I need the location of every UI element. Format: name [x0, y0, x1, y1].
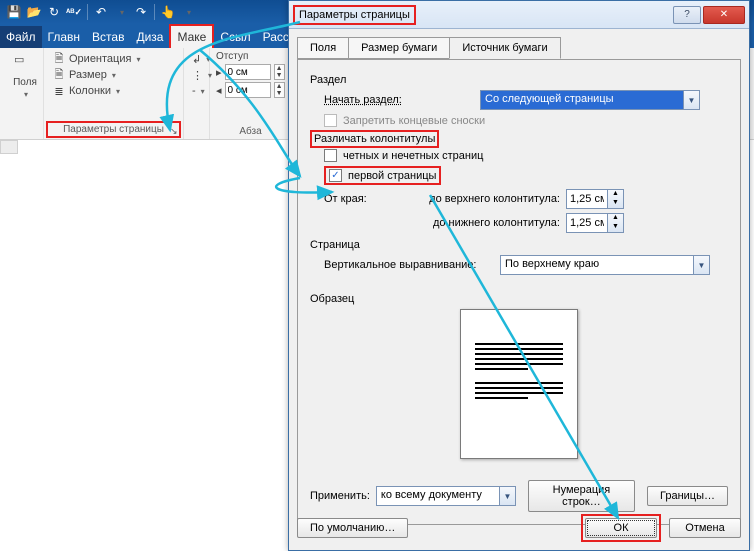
cancel-button[interactable]: Отмена: [669, 518, 741, 538]
columns-button[interactable]: ≣ Колонки: [50, 83, 177, 99]
page-preview: [460, 309, 578, 459]
breaks-button[interactable]: ↲: [190, 51, 203, 67]
first-page-checkbox[interactable]: ✓: [329, 169, 342, 182]
to-footer-label: до нижнего колонтитула:: [390, 217, 560, 229]
touch-mode-icon[interactable]: 👆: [159, 3, 177, 21]
columns-label: Колонки: [69, 85, 111, 97]
dialog-tabs: Поля Размер бумаги Источник бумаги: [289, 29, 749, 59]
tab-design[interactable]: Диза: [130, 26, 169, 48]
qat-customize-dropdown[interactable]: [179, 3, 197, 21]
orientation-button[interactable]: 🗎 Ориентация: [50, 51, 177, 67]
help-button[interactable]: ?: [673, 6, 701, 24]
tab-file[interactable]: Файл: [0, 26, 42, 48]
ok-button[interactable]: ОК: [585, 518, 657, 538]
margins-button[interactable]: ▭ Поля: [6, 51, 44, 101]
close-button[interactable]: ✕: [703, 6, 745, 24]
apply-to-label: Применить:: [310, 490, 370, 502]
indent-label: Отступ: [216, 51, 297, 62]
tab-layout[interactable]: Маке: [169, 24, 214, 48]
margins-label: Поля: [13, 77, 37, 88]
page-setup-group-label: Параметры страницы: [46, 121, 181, 138]
valign-label: Вертикальное выравнивание:: [324, 259, 494, 271]
hyphenation-icon: ‐: [192, 84, 196, 98]
line-numbers-icon: ⋮: [192, 68, 203, 82]
spin-up[interactable]: ▲: [275, 83, 284, 90]
start-section-label: Начать раздел:: [324, 94, 474, 106]
ruler-corner: [0, 140, 18, 154]
sample-label: Образец: [310, 293, 728, 305]
undo-icon[interactable]: ↶: [92, 3, 110, 21]
borders-button[interactable]: Границы…: [647, 486, 728, 506]
indent-left-icon: ▸: [216, 66, 222, 79]
indent-left-control[interactable]: ▸ ▲▼: [216, 64, 297, 80]
odd-even-checkbox[interactable]: [324, 149, 337, 162]
tab-insert[interactable]: Встав: [86, 26, 130, 48]
orientation-label: Ориентация: [69, 53, 131, 65]
section-label: Раздел: [310, 74, 728, 86]
hyphenation-button[interactable]: ‐: [190, 83, 203, 99]
valign-value: По верхнему краю: [501, 256, 693, 274]
spin-down[interactable]: ▼: [608, 223, 623, 232]
paragraph-group-label: Абза: [214, 126, 287, 137]
tab-home[interactable]: Главн: [42, 26, 87, 48]
to-header-label: до верхнего колонтитула:: [390, 193, 560, 205]
first-page-label: первой страницы: [348, 170, 436, 182]
start-section-value: Со следующей страницы: [481, 91, 683, 109]
indent-right-icon: ◂: [216, 84, 222, 97]
page-setup-launcher[interactable]: ↘: [170, 126, 180, 136]
page-setup-dialog: Параметры страницы ? ✕ Поля Размер бумаг…: [288, 0, 750, 551]
spin-down[interactable]: ▼: [275, 72, 284, 79]
page-label: Страница: [310, 239, 728, 251]
dialog-tab-fields[interactable]: Поля: [297, 37, 349, 59]
headers-footers-label: Различать колонтитулы: [310, 130, 439, 148]
dialog-tab-source[interactable]: Источник бумаги: [449, 37, 560, 59]
header-distance-field[interactable]: [567, 190, 607, 208]
size-button[interactable]: 🗎 Размер: [50, 67, 177, 83]
spin-down[interactable]: ▼: [275, 90, 284, 97]
save-icon[interactable]: 💾: [5, 3, 23, 21]
orientation-icon: 🗎: [52, 52, 66, 66]
size-icon: 🗎: [52, 68, 66, 82]
open-icon[interactable]: 📂: [25, 3, 43, 21]
suppress-endnotes-checkbox: [324, 114, 337, 127]
indent-left-input[interactable]: [225, 64, 271, 80]
spellcheck-icon[interactable]: ᴬᴮ✓: [65, 3, 83, 21]
footer-distance-field[interactable]: [567, 214, 607, 232]
chevron-down-icon[interactable]: ▼: [693, 256, 709, 274]
dialog-titlebar[interactable]: Параметры страницы ? ✕: [289, 1, 749, 29]
indent-right-input[interactable]: [225, 82, 271, 98]
spin-up[interactable]: ▲: [608, 214, 623, 223]
start-section-combo[interactable]: Со следующей страницы ▼: [480, 90, 700, 110]
suppress-endnotes-label: Запретить концевые сноски: [343, 115, 485, 127]
apply-to-value: ко всему документу: [377, 487, 499, 505]
defaults-button[interactable]: По умолчанию…: [297, 518, 408, 538]
spin-up[interactable]: ▲: [608, 190, 623, 199]
refresh-icon[interactable]: ↻: [45, 3, 63, 21]
header-distance-input[interactable]: ▲▼: [566, 189, 624, 209]
undo-dropdown[interactable]: [112, 3, 130, 21]
document-area: [0, 140, 288, 551]
spin-up[interactable]: ▲: [275, 65, 284, 72]
margins-icon: ▭: [14, 53, 36, 75]
chevron-down-icon[interactable]: ▼: [683, 91, 699, 109]
line-numbers-button[interactable]: ⋮: [190, 67, 203, 83]
tab-references[interactable]: Ссыл: [214, 26, 256, 48]
spin-down[interactable]: ▼: [608, 199, 623, 208]
indent-right-control[interactable]: ◂ ▲▼: [216, 82, 297, 98]
size-label: Размер: [69, 69, 107, 81]
dialog-tab-paper[interactable]: Размер бумаги: [348, 37, 450, 59]
from-edge-label: От края:: [324, 193, 384, 205]
footer-distance-input[interactable]: ▲▼: [566, 213, 624, 233]
apply-to-combo[interactable]: ко всему документу ▼: [376, 486, 516, 506]
redo-icon[interactable]: ↷: [132, 3, 150, 21]
breaks-icon: ↲: [192, 52, 201, 66]
dialog-body: Раздел Начать раздел: Со следующей стран…: [297, 59, 741, 525]
odd-even-label: четных и нечетных страниц: [343, 150, 483, 162]
columns-icon: ≣: [52, 84, 66, 98]
line-numbers-dialog-button[interactable]: Нумерация строк…: [528, 480, 635, 512]
chevron-down-icon[interactable]: ▼: [499, 487, 515, 505]
dialog-title: Параметры страницы: [293, 5, 416, 25]
valign-combo[interactable]: По верхнему краю ▼: [500, 255, 710, 275]
